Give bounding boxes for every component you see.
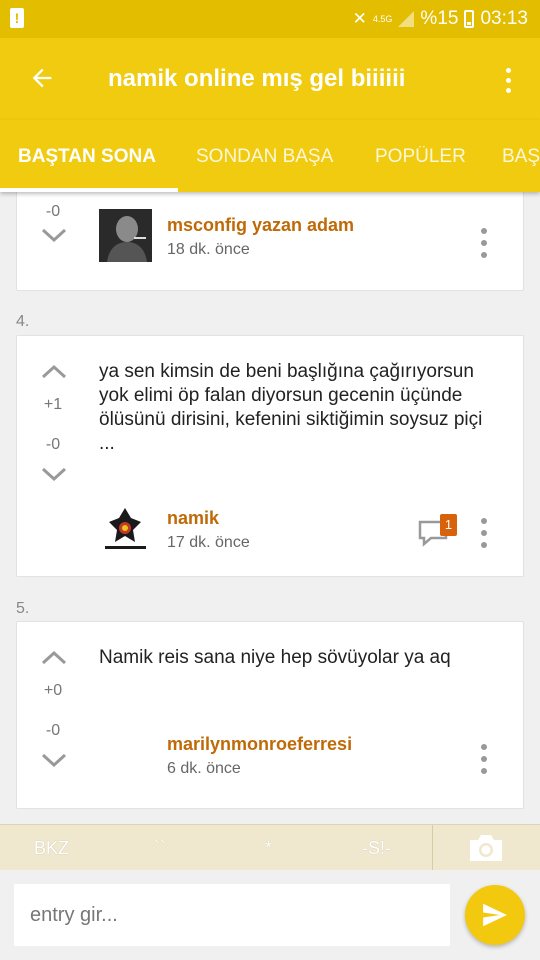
avatar-photo-icon <box>99 209 152 262</box>
tab-populer[interactable]: POPÜLER <box>375 146 466 168</box>
dot <box>481 542 487 548</box>
entry-number: 5. <box>16 600 30 617</box>
dot <box>481 518 487 524</box>
camera-icon <box>470 835 502 861</box>
entry-list[interactable]: -0 msconfig yazan adam 18 dk. önce 4. +1… <box>0 192 540 824</box>
tab-bastan-sona[interactable]: BAŞTAN SONA <box>18 146 156 168</box>
more-options-button[interactable] <box>479 742 489 776</box>
more-options-button[interactable] <box>479 516 489 550</box>
page-title: namik online mış gel biiiiii <box>108 65 406 92</box>
dot <box>481 756 487 762</box>
status-indicators: ✕ 4.5G %15 03:13 <box>353 8 528 30</box>
clock: 03:13 <box>480 8 528 29</box>
input-bar <box>0 870 540 960</box>
backtick-button[interactable]: `` <box>154 838 166 859</box>
chevron-down-icon <box>41 467 67 482</box>
bkz-button[interactable]: BKZ <box>34 838 69 859</box>
downvote-button[interactable] <box>41 466 67 482</box>
entry-card: +0 -0 Namik reis sana niye hep sövüyolar… <box>16 621 524 809</box>
overflow-menu-button[interactable] <box>496 60 520 100</box>
battery-icon <box>464 10 475 28</box>
avatar[interactable] <box>99 209 152 262</box>
spoiler-button[interactable]: -S!- <box>362 838 391 859</box>
chevron-up-icon <box>41 364 67 379</box>
tab-sondan-basa[interactable]: SONDAN BAŞA <box>196 146 333 168</box>
entry-card: -0 msconfig yazan adam 18 dk. önce <box>16 192 524 291</box>
format-bar: BKZ `` * -S!- <box>0 824 540 871</box>
dot <box>481 768 487 774</box>
camera-button[interactable] <box>468 833 504 863</box>
upvote-button[interactable] <box>41 364 67 380</box>
chevron-up-icon <box>41 650 67 665</box>
downvote-count: -0 <box>45 436 61 453</box>
upvote-count: +0 <box>43 682 63 699</box>
entry-time: 17 dk. önce <box>167 534 250 551</box>
tab-bas[interactable]: BAŞ <box>502 146 540 168</box>
send-button[interactable] <box>465 885 525 945</box>
comments-button[interactable]: 1 <box>417 514 457 548</box>
mute-icon: ✕ <box>352 9 367 28</box>
dot <box>481 240 487 246</box>
entry-text: ya sen kimsin de beni başlığına çağırıyo… <box>99 361 483 454</box>
dot <box>505 87 511 93</box>
comment-count-badge: 1 <box>440 514 457 536</box>
downvote-count: -0 <box>45 722 61 739</box>
star-button[interactable]: * <box>265 838 272 859</box>
more-options-button[interactable] <box>479 226 489 260</box>
downvote-count: -0 <box>45 203 61 220</box>
downvote-button[interactable] <box>41 752 67 768</box>
entry-input[interactable] <box>14 884 450 946</box>
author-link[interactable]: msconfig yazan adam <box>167 215 354 236</box>
entry-text: Namik reis sana niye hep sövüyolar ya aq <box>99 647 451 668</box>
network-type: 4.5G <box>372 13 393 24</box>
upvote-count: +1 <box>43 396 63 413</box>
dot <box>481 744 487 750</box>
divider <box>432 825 433 871</box>
avatar[interactable] <box>99 504 152 557</box>
arrow-left-icon <box>32 68 52 88</box>
author-link[interactable]: marilynmonroeferresi <box>167 734 352 755</box>
tab-bar: BAŞTAN SONA SONDAN BAŞA POPÜLER BAŞ <box>0 120 540 192</box>
battery-percent: %15 <box>420 8 459 29</box>
chevron-down-icon <box>41 753 67 768</box>
status-bar: ! ✕ 4.5G %15 03:13 <box>0 0 540 38</box>
downvote-button[interactable] <box>41 227 67 243</box>
back-button[interactable] <box>22 58 62 98</box>
signal-icon <box>398 11 415 27</box>
entry-time: 18 dk. önce <box>167 241 250 258</box>
author-link[interactable]: namik <box>167 508 219 529</box>
dot <box>481 252 487 258</box>
warning-icon: ! <box>10 8 24 28</box>
upvote-button[interactable] <box>41 650 67 666</box>
dot <box>481 228 487 234</box>
dot <box>481 530 487 536</box>
entry-number: 4. <box>16 313 30 330</box>
avatar-emblem-icon <box>99 504 152 557</box>
tab-indicator <box>0 188 178 192</box>
entry-card: +1 -0 ya sen kimsin de beni başlığına ça… <box>16 335 524 577</box>
chevron-down-icon <box>41 228 67 243</box>
entry-time: 6 dk. önce <box>167 760 241 777</box>
dot <box>505 67 511 73</box>
toolbar: namik online mış gel biiiiii <box>0 38 540 120</box>
dot <box>505 77 511 83</box>
send-icon <box>483 903 507 927</box>
